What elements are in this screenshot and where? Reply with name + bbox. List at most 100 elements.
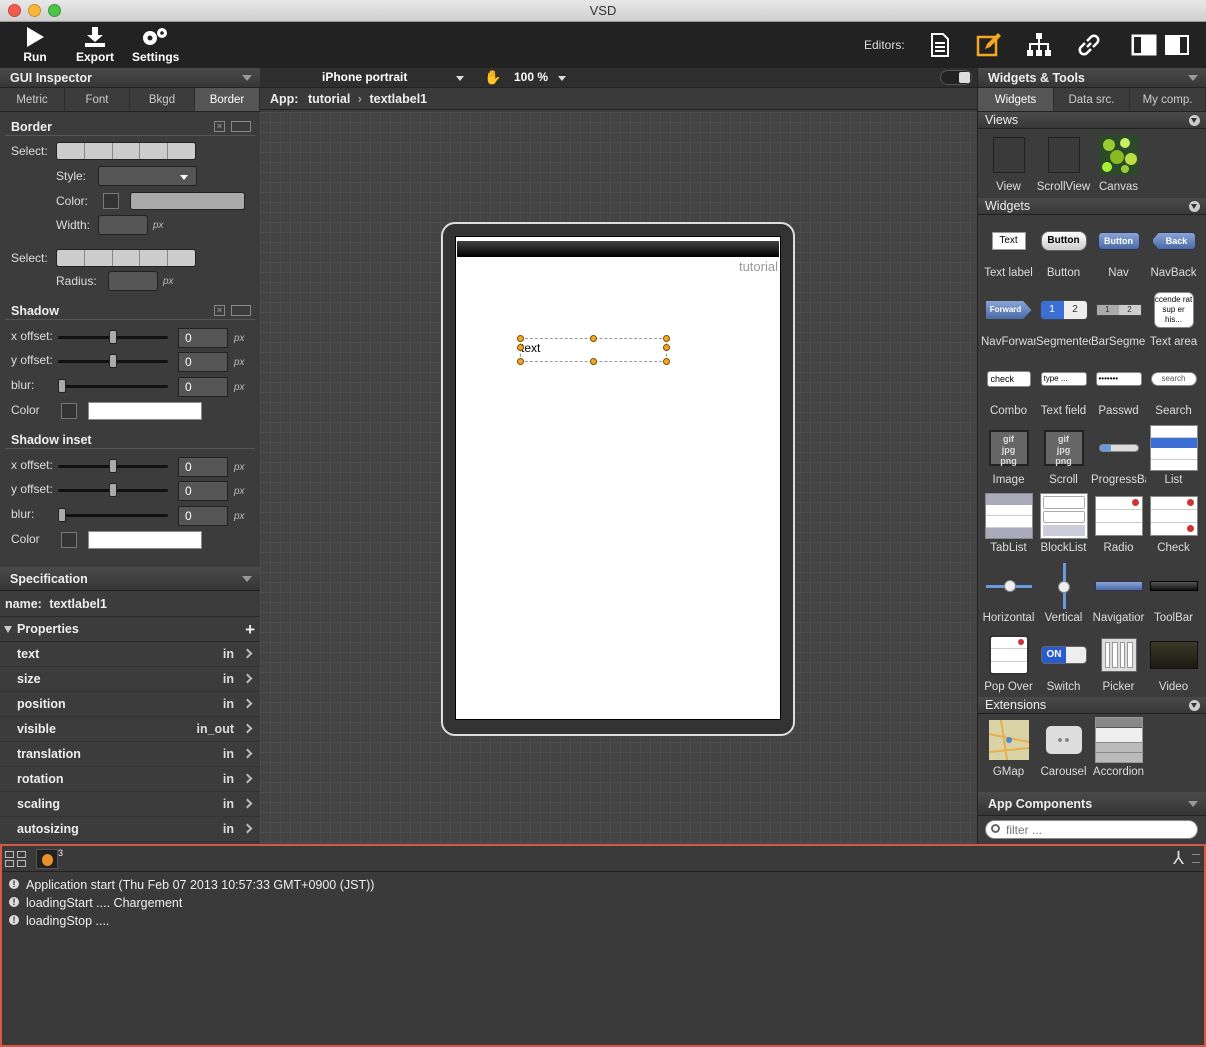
slider-knob[interactable] [58, 379, 66, 393]
canvas-mode-toggle[interactable] [940, 70, 972, 85]
slider-knob[interactable] [109, 354, 117, 368]
reset-icon[interactable]: × [214, 121, 225, 132]
right-panel-toggle-icon[interactable] [1164, 32, 1190, 58]
console-menu-icon[interactable] [1192, 854, 1200, 863]
inset-y-slider[interactable] [58, 483, 168, 497]
inset-color-field[interactable] [88, 531, 202, 549]
tab-font[interactable]: Font [65, 88, 130, 111]
border-side-selector[interactable] [56, 142, 196, 160]
settings-button[interactable]: Settings [132, 26, 179, 64]
widget-nav[interactable]: Button Nav [1091, 217, 1146, 279]
widget-combo[interactable]: check Combo [981, 355, 1036, 417]
slider-knob[interactable] [109, 483, 117, 497]
inset-x-slider[interactable] [58, 459, 168, 473]
inset-blur-slider[interactable] [58, 508, 168, 522]
collapse-arrow-icon[interactable] [1188, 75, 1198, 81]
hierarchy-editor-icon[interactable] [1026, 32, 1052, 58]
tab-widgets[interactable]: Widgets [978, 88, 1054, 111]
export-button[interactable]: Export [76, 26, 114, 64]
properties-header[interactable]: Properties + [0, 617, 260, 642]
inspector-header[interactable]: GUI Inspector [0, 68, 260, 88]
widget-segmented[interactable]: 1 2 Segmentec [1036, 286, 1091, 348]
grid-view-icon[interactable] [5, 851, 29, 867]
extensions-category[interactable]: Extensions [978, 697, 1206, 714]
widget-view[interactable]: View [981, 131, 1036, 193]
canvas-grid[interactable]: tutorial text [260, 112, 977, 844]
border-style-dropdown[interactable] [98, 166, 197, 186]
slider-knob[interactable] [109, 330, 117, 344]
widget-video[interactable]: Video [1146, 631, 1201, 693]
widget-barsegment[interactable]: 1 2 BarSegmer [1091, 286, 1146, 348]
extension-carousel[interactable]: Carousel [1036, 716, 1091, 778]
border-color-field[interactable] [130, 192, 245, 210]
radius-corner-selector[interactable] [56, 249, 196, 267]
chevron-right-icon[interactable] [242, 648, 253, 659]
widget-toolbar[interactable]: ToolBar [1146, 562, 1201, 624]
app-components-header[interactable]: App Components [978, 792, 1206, 816]
design-editor-icon[interactable] [976, 32, 1002, 58]
shadow-y-slider[interactable] [58, 354, 168, 368]
property-row-scaling[interactable]: scaling in [0, 792, 260, 817]
resize-handle[interactable] [663, 344, 670, 351]
widget-progress-bar[interactable]: ProgressBa [1091, 424, 1146, 486]
tab-metric[interactable]: Metric [0, 88, 65, 111]
resize-handle[interactable] [663, 335, 670, 342]
border-color-swatch[interactable] [103, 193, 119, 209]
shadow-color-swatch[interactable] [61, 403, 77, 419]
collapse-arrow-icon[interactable] [242, 576, 252, 582]
chevron-right-icon[interactable] [242, 823, 253, 834]
inset-y-input[interactable]: 0 [178, 481, 228, 501]
resize-handle[interactable] [517, 335, 524, 342]
widget-picker[interactable]: Picker [1091, 631, 1146, 693]
shadow-x-input[interactable]: 0 [178, 328, 228, 348]
bug-icon[interactable] [36, 849, 58, 869]
collapse-icon[interactable] [1189, 700, 1200, 711]
copy-icon[interactable] [231, 305, 251, 316]
widget-horizontal-slider[interactable]: Horizontal [981, 562, 1036, 624]
screen-nav-bar[interactable] [457, 241, 779, 257]
widgets-category[interactable]: Widgets [978, 198, 1206, 215]
widget-scrollview[interactable]: ScrollView [1036, 131, 1091, 193]
widget-navforward[interactable]: Forward NavForwar [981, 286, 1036, 348]
tab-border[interactable]: Border [195, 88, 260, 111]
widget-popover[interactable]: Pop Over [981, 631, 1036, 693]
property-row-size[interactable]: size in [0, 667, 260, 692]
add-property-icon[interactable]: + [245, 617, 255, 642]
property-row-rotation[interactable]: rotation in [0, 767, 260, 792]
tab-my-comp[interactable]: My comp. [1130, 88, 1206, 111]
minimize-window-button[interactable] [28, 4, 41, 17]
collapse-arrow-icon[interactable] [1188, 801, 1198, 807]
specification-header[interactable]: Specification [0, 567, 260, 591]
close-window-button[interactable] [8, 4, 21, 17]
widget-check[interactable]: Check [1146, 492, 1201, 554]
widget-tablist[interactable]: TabList [981, 492, 1036, 554]
widget-button[interactable]: Button Button [1036, 217, 1091, 279]
property-row-text[interactable]: text in [0, 642, 260, 667]
widget-list[interactable]: List [1146, 424, 1201, 486]
chevron-right-icon[interactable] [242, 748, 253, 759]
collapse-icon[interactable] [1189, 201, 1200, 212]
widget-navback[interactable]: Back NavBack [1146, 217, 1201, 279]
iphone-screen[interactable]: tutorial text [455, 236, 781, 720]
lambda-icon[interactable]: ⅄ [1173, 848, 1184, 869]
widget-navigation-bar[interactable]: Navigatior [1091, 562, 1146, 624]
widget-text-label[interactable]: Text Text label [981, 217, 1036, 279]
device-selector[interactable]: iPhone portrait [322, 70, 464, 84]
widget-vertical-slider[interactable]: Vertical [1036, 562, 1091, 624]
inset-color-swatch[interactable] [61, 532, 77, 548]
shadow-y-input[interactable]: 0 [178, 352, 228, 372]
tab-bkgd[interactable]: Bkgd [130, 88, 195, 111]
hand-tool-icon[interactable]: ✋ [484, 69, 501, 86]
collapse-icon[interactable] [1189, 115, 1200, 126]
widget-text-field[interactable]: type ... Text field [1036, 355, 1091, 417]
views-category[interactable]: Views [978, 112, 1206, 129]
widget-password[interactable]: ••••••• Passwd [1091, 355, 1146, 417]
border-width-stepper[interactable] [98, 215, 148, 235]
selected-text-label[interactable]: text [517, 335, 670, 365]
document-editor-icon[interactable] [927, 32, 953, 58]
slider-knob[interactable] [109, 459, 117, 473]
extension-gmap[interactable]: GMap [981, 716, 1036, 778]
copy-icon[interactable] [231, 121, 251, 132]
shadow-blur-slider[interactable] [58, 379, 168, 393]
zoom-window-button[interactable] [48, 4, 61, 17]
